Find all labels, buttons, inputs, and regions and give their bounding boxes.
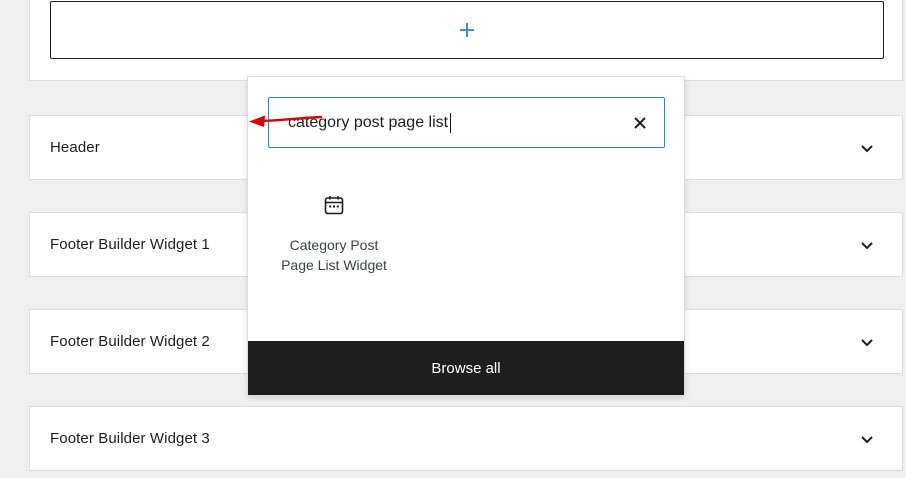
calendar-icon [324, 196, 344, 215]
chevron-down-icon [861, 435, 873, 443]
browse-all-button[interactable]: Browse all [248, 341, 684, 395]
panel-footer-builder-widget-3: Footer Builder Widget 3 [29, 406, 903, 471]
widget-area-top [29, 0, 903, 81]
panel-title: Footer Builder Widget 1 [50, 236, 210, 253]
plus-icon [460, 23, 474, 37]
chevron-down-icon [861, 241, 873, 249]
close-icon [634, 116, 646, 129]
clear-search-button[interactable] [630, 113, 650, 133]
panel-footer-builder-widget-3-toggle[interactable]: Footer Builder Widget 3 [30, 407, 902, 470]
chevron-down-icon [861, 338, 873, 346]
search-box [268, 97, 665, 148]
block-result-label: Category Post Page List Widget [281, 237, 387, 273]
panel-title: Header [50, 139, 100, 156]
chevron-down-icon [861, 144, 873, 152]
text-caret [450, 112, 451, 133]
add-block-button[interactable] [50, 1, 884, 59]
panel-title: Footer Builder Widget 3 [50, 430, 210, 447]
block-result-category-post-page-list[interactable]: Category Post Page List Widget [278, 185, 390, 305]
annotation-arrow [249, 115, 323, 127]
panel-title: Footer Builder Widget 2 [50, 333, 210, 350]
